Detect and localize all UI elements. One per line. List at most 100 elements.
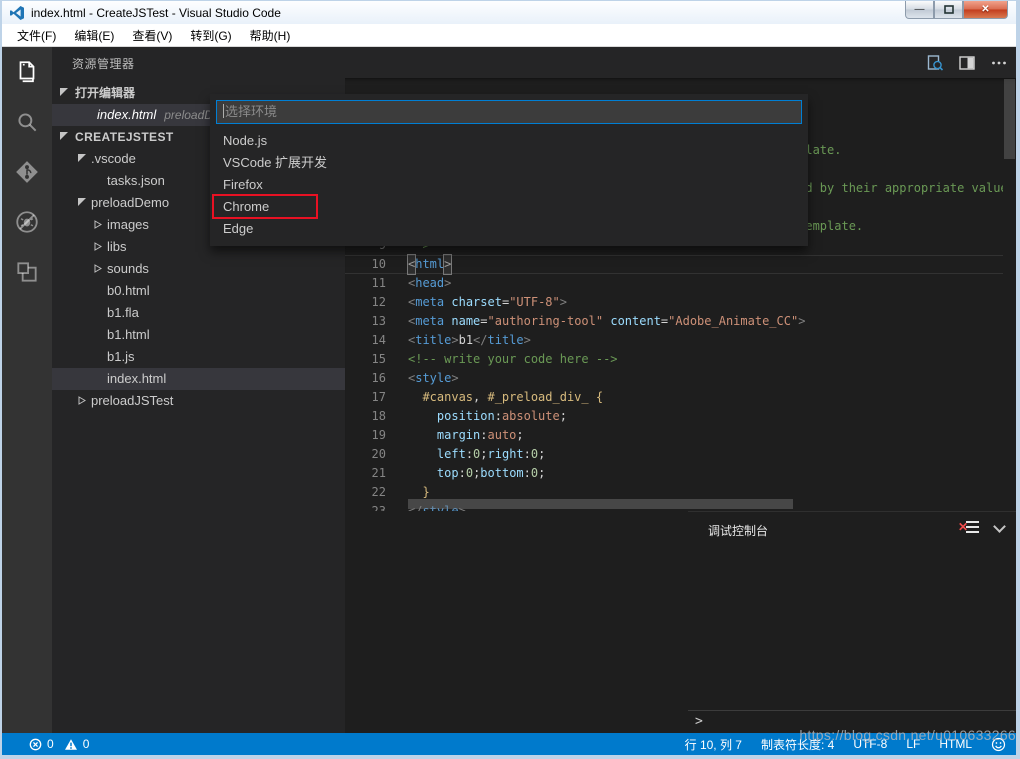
console-prompt: > — [695, 714, 703, 729]
tab-bar — [345, 47, 1016, 78]
menu-bar: 文件(F) 编辑(E) 查看(V) 转到(G) 帮助(H) — [2, 24, 1016, 47]
clear-console-button[interactable]: ✕ — [958, 520, 979, 536]
twistie-expanded-icon — [60, 132, 68, 140]
text-caret — [223, 104, 224, 118]
split-editor-button[interactable] — [958, 54, 976, 72]
folder-label: images — [107, 217, 149, 232]
twistie-expanded-icon — [78, 198, 86, 206]
watermark-text: https://blog.csdn.net/u010633266 — [799, 727, 1016, 743]
line-number: 21 — [371, 466, 386, 480]
problems-status[interactable]: 0 0 — [2, 737, 89, 751]
line-number: 19 — [371, 428, 386, 442]
quickpick-item-label: Node.js — [223, 133, 268, 148]
collapse-panel-icon[interactable] — [993, 519, 1006, 533]
activity-explorer-icon[interactable] — [2, 47, 52, 97]
folder-label: libs — [107, 239, 127, 254]
activity-extensions-icon[interactable] — [2, 247, 52, 297]
file-item[interactable]: b1.html — [52, 324, 345, 346]
file-item[interactable]: b1.fla — [52, 302, 345, 324]
line-number: 11 — [371, 276, 386, 290]
line-number: 12 — [371, 295, 386, 309]
line-number: 18 — [371, 409, 386, 423]
line-number: 15 — [371, 352, 386, 366]
line-number: 17 — [371, 390, 386, 404]
folder-label: preloadJSTest — [91, 393, 174, 408]
code-line: 21 top:0; bottom:0; — [345, 464, 1003, 483]
minimize-button[interactable]: — — [905, 1, 934, 19]
vscode-logo-icon — [9, 5, 25, 21]
activity-bar — [2, 47, 52, 733]
line-number: 13 — [371, 314, 386, 328]
twistie-collapsed-icon — [78, 396, 86, 405]
quickpick-item-label: VSCode 扩展开发 — [223, 155, 328, 170]
vertical-scrollbar[interactable] — [1003, 78, 1016, 511]
twistie-collapsed-icon — [94, 220, 102, 229]
open-editors-label: 打开编辑器 — [75, 86, 136, 100]
code-line: 20 left:0; right:0; — [345, 445, 1003, 464]
code-line: 16 < style > — [345, 369, 1003, 388]
code-line: 14 < title > b1 </title > — [345, 331, 1003, 350]
twistie-expanded-icon — [60, 88, 68, 96]
explorer-header: 资源管理器 — [72, 57, 135, 71]
menu-item-0[interactable]: 文件(F) — [8, 24, 65, 47]
file-label: b0.html — [107, 283, 150, 298]
annotation-highlight-box — [212, 194, 318, 219]
file-item[interactable]: b0.html — [52, 280, 345, 302]
warning-count: 0 — [82, 737, 90, 751]
menu-item-4[interactable]: 帮助(H) — [241, 24, 300, 47]
code-line: 12 < meta charset = "UTF-8" > — [345, 293, 1003, 312]
horizontal-scrollbar[interactable] — [408, 499, 793, 509]
close-button[interactable]: ✕ — [963, 1, 1008, 19]
error-count: 0 — [47, 737, 54, 751]
twistie-collapsed-icon — [94, 242, 102, 251]
file-label: index.html — [107, 371, 167, 386]
quickpick-input[interactable]: 选择环境 — [216, 100, 802, 124]
open-preview-button[interactable] — [926, 54, 944, 72]
more-actions-button[interactable] — [990, 54, 1008, 72]
code-line: 15 <!-- write your code here --> — [345, 350, 1003, 369]
file-label: b1.fla — [107, 305, 139, 320]
debug-console-panel: 调试控制台 ✕ > — [688, 511, 1016, 733]
activity-search-icon[interactable] — [2, 97, 52, 147]
select-environment-quickpick: 选择环境 Node.js VSCode 扩展开发 Firefox Chrome Edge — [210, 94, 808, 246]
line-number: 10 — [371, 257, 386, 271]
vscode-window: index.html - CreateJSTest - Visual Studi… — [0, 0, 1020, 759]
file-label: tasks.json — [107, 173, 165, 188]
activity-source-control-icon[interactable] — [2, 147, 52, 197]
menu-item-1[interactable]: 编辑(E) — [65, 24, 123, 47]
twistie-collapsed-icon — [94, 264, 102, 273]
folder-item[interactable]: sounds — [52, 258, 345, 280]
folder-label: .vscode — [91, 151, 136, 166]
error-icon — [29, 738, 42, 750]
window-title: index.html - CreateJSTest - Visual Studi… — [31, 5, 281, 20]
menu-item-2[interactable]: 查看(V) — [123, 24, 181, 47]
quickpick-item-firefox[interactable]: Firefox — [210, 174, 808, 196]
code-line: 19 margin: auto; — [345, 426, 1003, 445]
file-item[interactable]: index.html — [52, 368, 345, 390]
quickpick-item-vscode-[interactable]: VSCode 扩展开发 — [210, 152, 808, 174]
file-item[interactable]: b1.js — [52, 346, 345, 368]
code-line: 18 position: absolute; — [345, 407, 1003, 426]
quickpick-item-edge[interactable]: Edge — [210, 218, 808, 240]
maximize-button[interactable] — [934, 1, 963, 19]
cursor-position-status[interactable]: 行 10, 列 7 — [685, 736, 742, 753]
workbench: 资源管理器 打开编辑器 index.html preloadDemo CREATEJ… — [2, 47, 1016, 733]
quickpick-item-chrome[interactable]: Chrome — [210, 194, 808, 219]
file-label: b1.html — [107, 327, 150, 342]
quickpick-item-label: Firefox — [223, 177, 263, 192]
tree-root-label: CREATEJSTEST — [75, 130, 174, 144]
folder-item[interactable]: preloadJSTest — [52, 390, 345, 412]
quickpick-placeholder: 选择环境 — [225, 104, 278, 119]
line-number: 22 — [371, 485, 386, 499]
quickpick-item-label: Edge — [223, 221, 254, 236]
tab-debug-console[interactable]: 调试控制台 — [708, 522, 768, 539]
code-line: 11 < head > — [345, 274, 1003, 293]
line-number: 23 — [371, 504, 386, 511]
menu-item-3[interactable]: 转到(G) — [181, 24, 240, 47]
folder-label: preloadDemo — [91, 195, 170, 210]
line-number: 20 — [371, 447, 386, 461]
folder-label: sounds — [107, 261, 149, 276]
code-line: 17 #canvas, #_preload_div_ { — [345, 388, 1003, 407]
activity-debug-icon[interactable] — [2, 197, 52, 247]
quickpick-item-node-js[interactable]: Node.js — [210, 130, 808, 152]
